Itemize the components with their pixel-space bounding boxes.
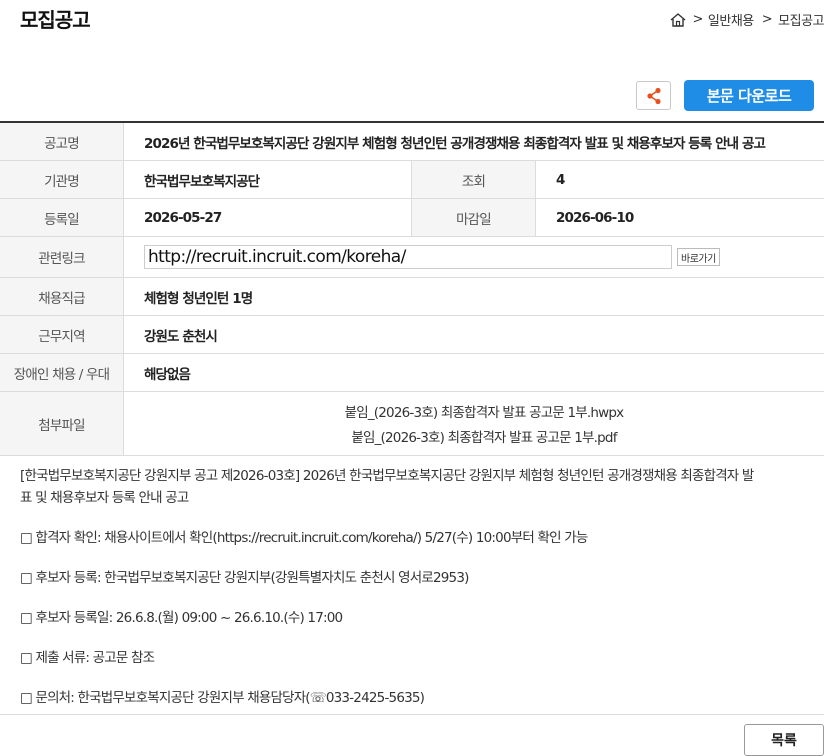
- attachments-list: 붙임_(2026-3호) 최종합격자 발표 공고문 1부.hwpx 붙임_(20…: [124, 392, 824, 455]
- breadcrumb-item-general-hiring[interactable]: 일반채용: [708, 10, 754, 29]
- table-row: 첨부파일 붙임_(2026-3호) 최종합격자 발표 공고문 1부.hwpx 붙…: [0, 392, 824, 456]
- body-intro-line: 표 및 채용후보자 등록 안내 공고: [20, 490, 189, 506]
- table-row: 기관명 한국법무보호복지공단 조회 4: [0, 161, 824, 199]
- region-value: 강원도 춘천시: [144, 328, 218, 345]
- job-value: 체험형 청년인턴 1명: [144, 290, 253, 307]
- breadcrumb: > 일반채용 > 모집공고: [669, 10, 824, 29]
- table-row: 채용직급 체험형 청년인턴 1명: [0, 278, 824, 316]
- divider: [0, 714, 824, 715]
- posting-body: [한국법무보호복지공단 강원지부 공고 제2026-03호] 2026년 한국법…: [20, 465, 800, 709]
- goto-link-button[interactable]: 바로가기: [677, 248, 720, 266]
- attachments-label: 첨부파일: [0, 392, 124, 455]
- org-value: 한국법무보호복지공단: [124, 161, 412, 198]
- attachment-link-hwpx[interactable]: 붙임_(2026-3호) 최종합격자 발표 공고문 1부.hwpx: [345, 399, 625, 424]
- body-intro-line: [한국법무보호복지공단 강원지부 공고 제2026-03호] 2026년 한국법…: [20, 468, 754, 484]
- region-label: 근무지역: [0, 316, 124, 353]
- related-link-field[interactable]: http://recruit.incruit.com/koreha/: [144, 245, 672, 269]
- share-button[interactable]: [636, 81, 671, 110]
- views-label: 조회: [412, 161, 536, 198]
- table-row: 등록일 2026-05-27 마감일 2026-06-10: [0, 199, 824, 237]
- disabled-hiring-label: 장애인 채용 / 우대: [0, 354, 124, 391]
- job-label: 채용직급: [0, 278, 124, 315]
- body-item-documents: □ 제출 서류: 공고문 참조: [20, 650, 155, 666]
- table-row: 근무지역 강원도 춘천시: [0, 316, 824, 354]
- views-value: 4: [556, 171, 565, 188]
- table-row: 장애인 채용 / 우대 해당없음: [0, 354, 824, 392]
- breadcrumb-item-recruitment[interactable]: 모집공고: [778, 10, 824, 29]
- table-row: 공고명 2026년 한국법무보호복지공단 강원지부 체험형 청년인턴 공개경쟁채…: [0, 123, 824, 161]
- link-label: 관련링크: [0, 237, 124, 277]
- reg-date-label: 등록일: [0, 199, 124, 236]
- list-button[interactable]: 목록: [744, 724, 824, 756]
- posting-info-table: 공고명 2026년 한국법무보호복지공단 강원지부 체험형 청년인턴 공개경쟁채…: [0, 121, 824, 456]
- body-item-contact: □ 문의처: 한국법무보호복지공단 강원지부 채용담당자(☏033-2425-5…: [20, 690, 425, 706]
- org-label: 기관명: [0, 161, 124, 198]
- home-icon[interactable]: [669, 12, 687, 28]
- body-item-registration-date: □ 후보자 등록일: 26.6.8.(월) 09:00 ~ 26.6.10.(수…: [20, 610, 343, 626]
- reg-date-value: 2026-05-27: [124, 199, 412, 236]
- deadline-value: 2026-06-10: [556, 209, 634, 226]
- share-icon: [646, 87, 661, 104]
- breadcrumb-separator: >: [761, 12, 773, 27]
- disabled-hiring-value: 해당없음: [144, 366, 191, 383]
- body-item-registration: □ 후보자 등록: 한국법무보호복지공단 강원지부(강원특별자치도 춘천시 영서…: [20, 570, 469, 586]
- title-value: 2026년 한국법무보호복지공단 강원지부 체험형 청년인턴 공개경쟁채용 최종…: [144, 135, 766, 152]
- deadline-label: 마감일: [412, 199, 536, 236]
- download-body-button[interactable]: 본문 다운로드: [684, 80, 814, 111]
- body-item-result-check: □ 합격자 확인: 채용사이트에서 확인(https://recruit.inc…: [20, 530, 588, 546]
- title-label: 공고명: [0, 123, 124, 160]
- attachment-link-pdf[interactable]: 붙임_(2026-3호) 최종합격자 발표 공고문 1부.pdf: [351, 424, 617, 449]
- page-title: 모집공고: [20, 8, 91, 32]
- breadcrumb-separator: >: [692, 12, 704, 27]
- table-row: 관련링크 http://recruit.incruit.com/koreha/ …: [0, 237, 824, 278]
